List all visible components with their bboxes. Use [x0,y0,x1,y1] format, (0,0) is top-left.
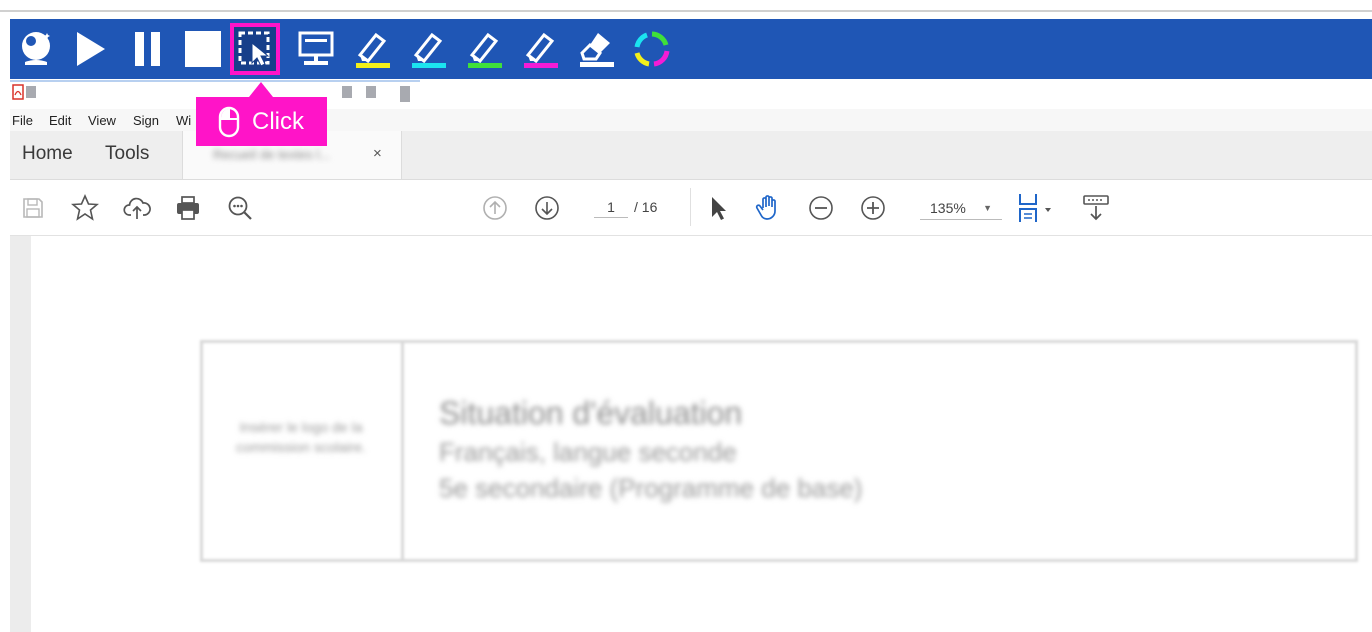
bookmark-star-icon [71,194,99,221]
document-view[interactable]: Insérer le logo de la commission scolair… [10,236,1372,632]
highlighter-cyan-button[interactable] [403,23,453,75]
pause-button[interactable] [122,23,172,75]
hand-tool-button[interactable] [754,193,784,223]
mouse-icon [218,106,240,137]
highlighter-magenta-button[interactable] [515,23,565,75]
titlebar-block [366,86,376,98]
click-callout: Click [196,97,327,146]
document-tab-title: Recueil de textes l... [213,147,331,162]
webcam-button[interactable] [12,23,62,75]
page-down-button[interactable] [532,193,562,223]
document-toolbar: 1 / 16 135% ▼ [10,180,1372,236]
refresh-icon [634,31,670,67]
document-level: 5e secondaire (Programme de base) [439,473,863,503]
zoom-in-icon [861,196,885,220]
zoom-level-select[interactable]: 135% ▼ [920,200,1002,220]
zoom-out-icon [809,196,833,220]
titlebar-block [342,86,352,98]
highlighter-icon [468,32,502,68]
toolbar-divider [690,188,691,226]
titlebar-block [400,86,410,102]
left-panel-gutter [10,236,31,632]
highlighter-yellow-button[interactable] [347,23,397,75]
highlighter-icon [524,32,558,68]
highlighter-icon [412,32,446,68]
select-arrow-icon [712,197,726,220]
pause-icon [135,32,160,66]
top-separator [0,10,1372,12]
stop-button[interactable] [178,23,228,75]
hand-tool-icon [755,195,776,220]
play-icon [77,32,105,66]
upload-cloud-icon [123,197,151,219]
eraser-button[interactable] [571,23,621,75]
search-zoom-icon [228,196,252,220]
select-tool-button[interactable] [703,193,733,223]
play-button[interactable] [66,23,116,75]
highlighter-icon [356,32,390,68]
titlebar-block [26,86,36,98]
callout-pointer [249,82,273,97]
page-down-icon [535,196,559,220]
upload-button[interactable] [122,193,152,223]
page-up-icon [483,196,507,220]
zoom-in-button[interactable] [858,193,888,223]
menu-window[interactable]: Wi [176,113,191,128]
pdf-app-icon [12,84,24,100]
save-icon [23,198,43,218]
logo-placeholder-text: Insérer le logo de la commission scolair… [236,419,366,455]
select-area-button[interactable] [230,23,280,75]
highlighter-green-button[interactable] [459,23,509,75]
recorder-underline [10,80,420,82]
select-area-icon [238,31,270,67]
scroll-mode-button[interactable] [1081,193,1111,223]
callout-label: Click [252,107,304,135]
close-tab-button[interactable]: × [373,145,382,162]
eraser-icon [580,33,614,67]
chevron-down-icon: ▼ [983,203,992,213]
page-number-input[interactable]: 1 [594,199,628,218]
webcam-icon [22,32,50,65]
tab-home[interactable]: Home [22,143,73,165]
menu-sign[interactable]: Sign [133,113,159,128]
stop-icon [185,31,221,67]
menu-edit[interactable]: Edit [49,113,71,128]
zoom-level-value: 135% [930,200,966,216]
screen-button[interactable] [291,23,341,75]
search-button[interactable] [225,193,255,223]
document-header-table: Insérer le logo de la commission scolair… [200,340,1358,562]
menu-file[interactable]: File [12,113,33,128]
document-title: Situation d'évaluation [439,395,743,431]
tab-tools[interactable]: Tools [105,143,149,165]
print-button[interactable] [173,193,203,223]
screen-icon [298,31,334,65]
refresh-button[interactable] [627,23,677,75]
logo-cell: Insérer le logo de la commission scolair… [203,343,404,559]
scroll-mode-icon [1083,195,1109,221]
menu-view[interactable]: View [88,113,116,128]
save-button[interactable] [18,193,48,223]
page-total: / 16 [634,199,658,215]
document-subtitle: Français, langue seconde [439,437,737,467]
zoom-out-button[interactable] [806,193,836,223]
fit-page-button[interactable] [1014,193,1058,223]
page-up-button[interactable] [480,193,510,223]
print-icon [177,196,199,220]
recorder-toolbar [10,19,1372,79]
bookmark-button[interactable] [70,193,100,223]
fit-page-icon [1019,194,1051,222]
